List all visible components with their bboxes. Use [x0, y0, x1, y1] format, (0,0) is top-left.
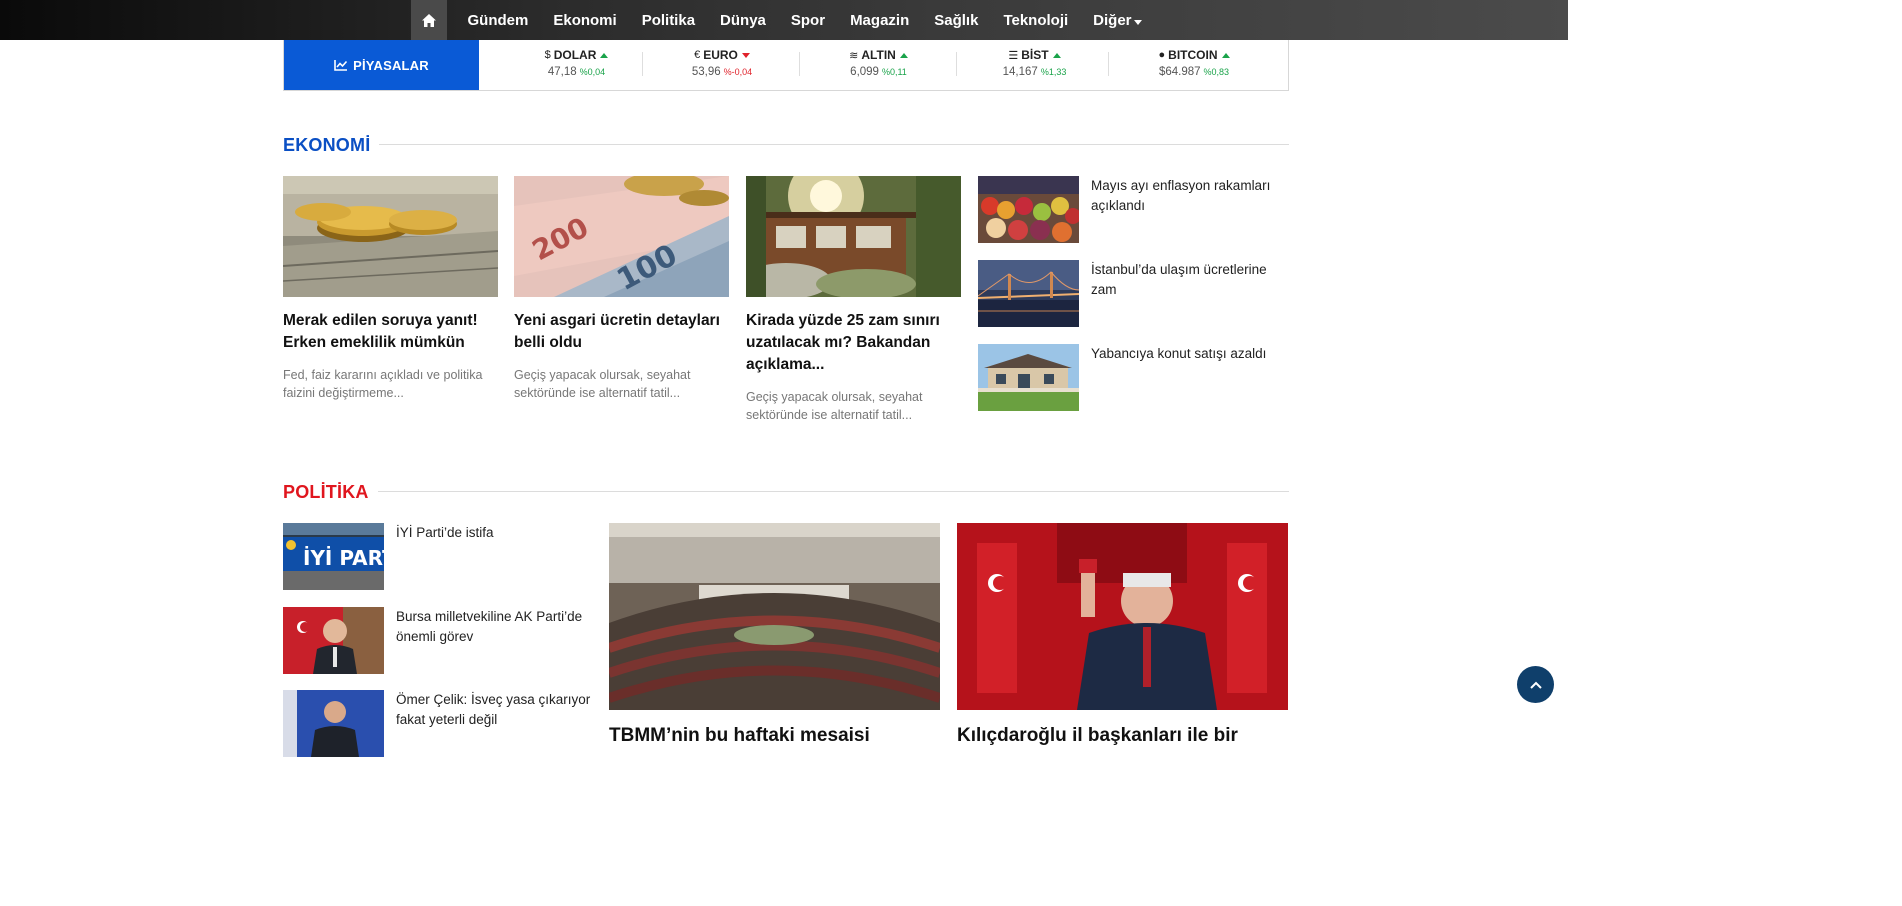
ticker-value: 47,18	[547, 66, 577, 78]
main-nav: Gündem Ekonomi Politika Dünya Spor Magaz…	[411, 0, 1154, 40]
euro-icon: €	[694, 49, 701, 61]
nav-item-spor[interactable]: Spor	[778, 12, 837, 29]
news-thumb-iyi-parti-sign[interactable]: İYİ PART	[283, 523, 384, 590]
ticker-name: EURO	[703, 48, 738, 62]
featured-news-title[interactable]: Kılıçdaroğlu il başkanları ile bir	[957, 723, 1288, 748]
divider	[799, 52, 800, 76]
news-image-house[interactable]	[746, 176, 961, 297]
nav-item-diger-label: Diğer	[1093, 11, 1132, 29]
ticker-value: 6,099	[850, 66, 879, 78]
ekonomi-section-header: EKONOMİ	[283, 134, 1289, 158]
side-news-item[interactable]: Mayıs ayı enflasyon rakamları açıklandı	[978, 176, 1289, 243]
ticker-change: %0,83	[1203, 67, 1230, 77]
arrow-down-icon	[741, 52, 750, 58]
news-card[interactable]: Merak edilen soruya yanıt! Erken emeklil…	[283, 176, 498, 402]
coins-icon: ≋	[849, 49, 859, 62]
news-thumb-politician-speaker[interactable]	[283, 690, 384, 757]
news-summary: Geçiş yapacak olursak, seyahat sektöründ…	[746, 390, 923, 422]
side-news-title[interactable]: Ömer Çelik: İsveç yasa çıkarıyor fakat y…	[396, 690, 594, 730]
chevron-up-icon	[1529, 681, 1542, 689]
side-news-item[interactable]: Ömer Çelik: İsveç yasa çıkarıyor fakat y…	[283, 690, 594, 757]
news-title[interactable]: Yeni asgari ücretin detayları belli oldu	[514, 310, 729, 354]
chevron-down-icon	[1133, 19, 1142, 25]
ticker-change: %0,04	[579, 67, 606, 77]
arrow-up-icon	[1052, 52, 1061, 58]
ticker-change: %1,33	[1040, 67, 1067, 77]
side-news-title[interactable]: Yabancıya konut satışı azaldı	[1091, 344, 1289, 364]
ticker-altin[interactable]: ≋ ALTIN 6,099 %0,11	[816, 40, 941, 90]
side-news-title[interactable]: Mayıs ayı enflasyon rakamları açıklandı	[1091, 176, 1289, 216]
ticker-name: DOLAR	[553, 48, 597, 62]
ticker-change: %-0,04	[723, 67, 753, 77]
dollar-icon: $	[544, 49, 551, 61]
side-news-title[interactable]: İstanbul’da ulaşım ücretlerine zam	[1091, 260, 1289, 300]
ticker-euro[interactable]: € EURO 53,96 %-0,04	[661, 40, 783, 90]
markets-label: PİYASALAR	[353, 57, 429, 73]
ticker-value: $64.987	[1158, 66, 1201, 78]
divider	[1108, 52, 1109, 76]
news-image-speaker-podium[interactable]	[957, 523, 1288, 710]
nav-item-teknoloji[interactable]: Teknoloji	[991, 12, 1081, 29]
featured-news-card[interactable]: TBMM’nin bu haftaki mesaisi	[609, 523, 940, 748]
news-title[interactable]: Merak edilen soruya yanıt! Erken emeklil…	[283, 310, 498, 354]
chart-line-icon	[334, 60, 348, 71]
divider	[642, 52, 643, 76]
news-summary: Geçiş yapacak olursak, seyahat sektöründ…	[514, 368, 691, 400]
nav-item-dunya[interactable]: Dünya	[708, 12, 779, 29]
side-news-item[interactable]: İYİ PART İYİ Parti’de istifa	[283, 523, 594, 590]
ticker-value: 53,96	[691, 66, 721, 78]
ticker-change: %0,11	[881, 67, 907, 77]
divider	[956, 52, 957, 76]
nav-item-magazin[interactable]: Magazin	[838, 12, 922, 29]
markets-button[interactable]: PİYASALAR	[284, 40, 479, 90]
ticker-name: BITCOIN	[1168, 48, 1218, 62]
arrow-up-icon	[899, 52, 908, 58]
ticker-value: 14,167	[1002, 66, 1038, 78]
news-thumb-market-produce[interactable]	[978, 176, 1079, 243]
news-thumb-politician-portrait[interactable]	[283, 607, 384, 674]
news-thumb-villa[interactable]	[978, 344, 1079, 411]
news-summary: Fed, faiz kararını açıkladı ve politika …	[283, 368, 483, 400]
news-title[interactable]: Kirada yüzde 25 zam sınırı uzatılacak mı…	[746, 310, 961, 376]
news-thumb-bosphorus-bridge[interactable]	[978, 260, 1079, 327]
top-navigation-bar: Gündem Ekonomi Politika Dünya Spor Magaz…	[0, 0, 1568, 40]
nav-item-saglik[interactable]: Sağlık	[922, 12, 991, 29]
ticker-name: BİST	[1021, 48, 1049, 62]
section-divider	[283, 491, 1289, 492]
featured-news-title[interactable]: TBMM’nin bu haftaki mesaisi	[609, 723, 940, 748]
arrow-up-icon	[600, 52, 609, 58]
side-news-title[interactable]: İYİ Parti’de istifa	[396, 523, 594, 543]
side-news-item[interactable]: İstanbul’da ulaşım ücretlerine zam	[978, 260, 1289, 327]
ticker-dolar[interactable]: $ DOLAR 47,18 %0,04	[514, 40, 639, 90]
news-card[interactable]: 200 100 Yeni asgari ücretin detayları be…	[514, 176, 729, 402]
nav-item-politika[interactable]: Politika	[629, 12, 707, 29]
ticker-bist[interactable]: ☰ BİST 14,167 %1,33	[972, 40, 1097, 90]
ticker-name: ALTIN	[861, 48, 896, 62]
side-news-item[interactable]: Yabancıya konut satışı azaldı	[978, 344, 1289, 411]
nav-item-gundem[interactable]: Gündem	[455, 12, 541, 29]
side-news-item[interactable]: Bursa milletvekiline AK Parti’de önemli …	[283, 607, 594, 674]
politika-section-header: POLİTİKA	[283, 481, 1289, 505]
home-icon	[422, 13, 436, 27]
news-image-banknotes[interactable]: 200 100	[514, 176, 729, 297]
arrow-up-icon	[1221, 52, 1230, 58]
news-image-parliament[interactable]	[609, 523, 940, 710]
ticker-bitcoin[interactable]: ● BITCOIN $64.987 %0,83	[1129, 40, 1259, 90]
side-news-title[interactable]: Bursa milletvekiline AK Parti’de önemli …	[396, 607, 594, 647]
news-image-gold-coins[interactable]	[283, 176, 498, 297]
list-icon: ☰	[1008, 49, 1019, 62]
section-title-politika[interactable]: POLİTİKA	[283, 481, 378, 503]
nav-item-diger[interactable]: Diğer	[1081, 12, 1154, 29]
nav-item-ekonomi[interactable]: Ekonomi	[541, 12, 629, 29]
section-title-ekonomi[interactable]: EKONOMİ	[283, 134, 380, 156]
scroll-to-top-button[interactable]	[1517, 666, 1554, 703]
featured-news-card[interactable]: Kılıçdaroğlu il başkanları ile bir	[957, 523, 1288, 748]
bitcoin-icon: ●	[1158, 49, 1166, 61]
section-divider	[283, 144, 1289, 145]
markets-bar: PİYASALAR $ DOLAR 47,18 %0,04 € EURO 53,96%…	[283, 40, 1289, 91]
home-button[interactable]	[411, 0, 447, 40]
iyi-parti-logo-text: İYİ PART	[303, 546, 384, 570]
news-card[interactable]: Kirada yüzde 25 zam sınırı uzatılacak mı…	[746, 176, 961, 424]
